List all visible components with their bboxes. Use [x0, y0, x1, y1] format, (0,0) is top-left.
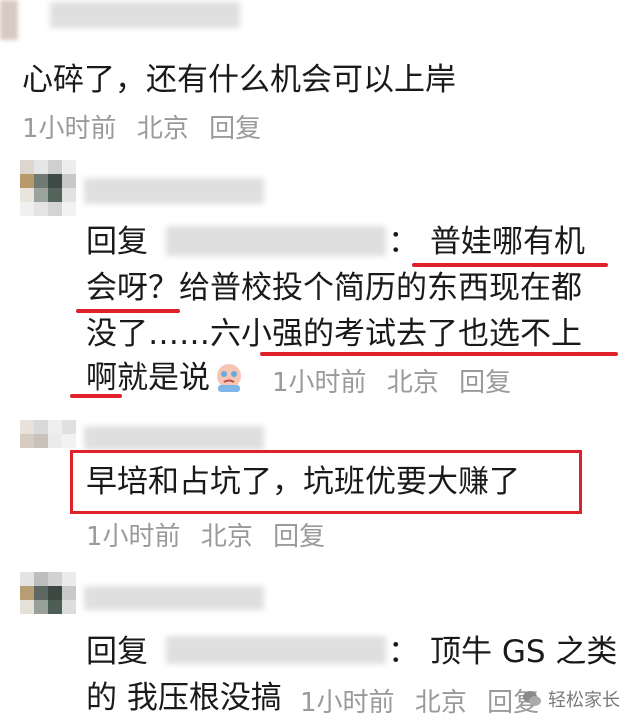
comment-text-line: 顶牛 GS 之类	[430, 634, 618, 670]
highlight-underline	[70, 394, 122, 398]
reply-button[interactable]: 回复	[209, 114, 261, 144]
comment-time: 1小时前	[300, 688, 395, 718]
comment-text-line: 普娃哪有机	[430, 224, 585, 260]
reply-prefix: 回复	[86, 634, 148, 670]
watermark: 轻松家长	[522, 686, 620, 712]
comment-text-line: 的 我压根没搞	[86, 680, 282, 716]
comment-text: 心碎了，还有什么机会可以上岸	[22, 62, 456, 98]
reply-prefix: 回复	[86, 224, 148, 260]
blurred-username	[84, 426, 264, 450]
comment-location: 北京	[136, 114, 189, 144]
blurred-username	[50, 2, 240, 28]
comment-text: 早培和占坑了，坑班优要大赚了	[86, 464, 520, 500]
wechat-icon	[523, 691, 541, 706]
comment-meta: 1小时前 北京 回复	[22, 108, 273, 145]
comment-meta: 1小时前 北京 回复	[300, 682, 551, 719]
comment-location: 北京	[386, 368, 439, 398]
avatar	[20, 572, 76, 628]
avatar	[0, 0, 18, 40]
comment-location: 北京	[414, 688, 467, 718]
crying-emoji-icon	[212, 360, 246, 394]
watermark-text: 轻松家长	[548, 690, 620, 711]
comment-time: 1小时前	[22, 114, 117, 144]
blurred-username	[84, 586, 264, 610]
comment-meta: 1小时前 北京 回复	[86, 516, 337, 553]
highlight-underline	[260, 352, 618, 356]
comment-text-line: 没了……六小强的考试去了也选不上	[86, 316, 582, 352]
comment-meta: 1小时前 北京 回复	[272, 362, 523, 399]
comment-location: 北京	[200, 522, 253, 552]
comment-text-line: 会呀？给普校投个简历的东西现在都	[86, 270, 582, 306]
comment-time: 1小时前	[272, 368, 367, 398]
reply-colon: ：	[388, 634, 419, 670]
reply-button[interactable]: 回复	[459, 368, 511, 398]
blurred-username	[84, 178, 264, 204]
blurred-reply-target	[166, 226, 386, 256]
reply-colon: ：	[388, 224, 419, 260]
blurred-reply-target	[166, 636, 386, 664]
comment-time: 1小时前	[86, 522, 181, 552]
avatar	[20, 160, 76, 216]
comment-text-tail: 啊就是说	[86, 360, 210, 396]
avatar	[20, 420, 76, 476]
reply-button[interactable]: 回复	[273, 522, 325, 552]
